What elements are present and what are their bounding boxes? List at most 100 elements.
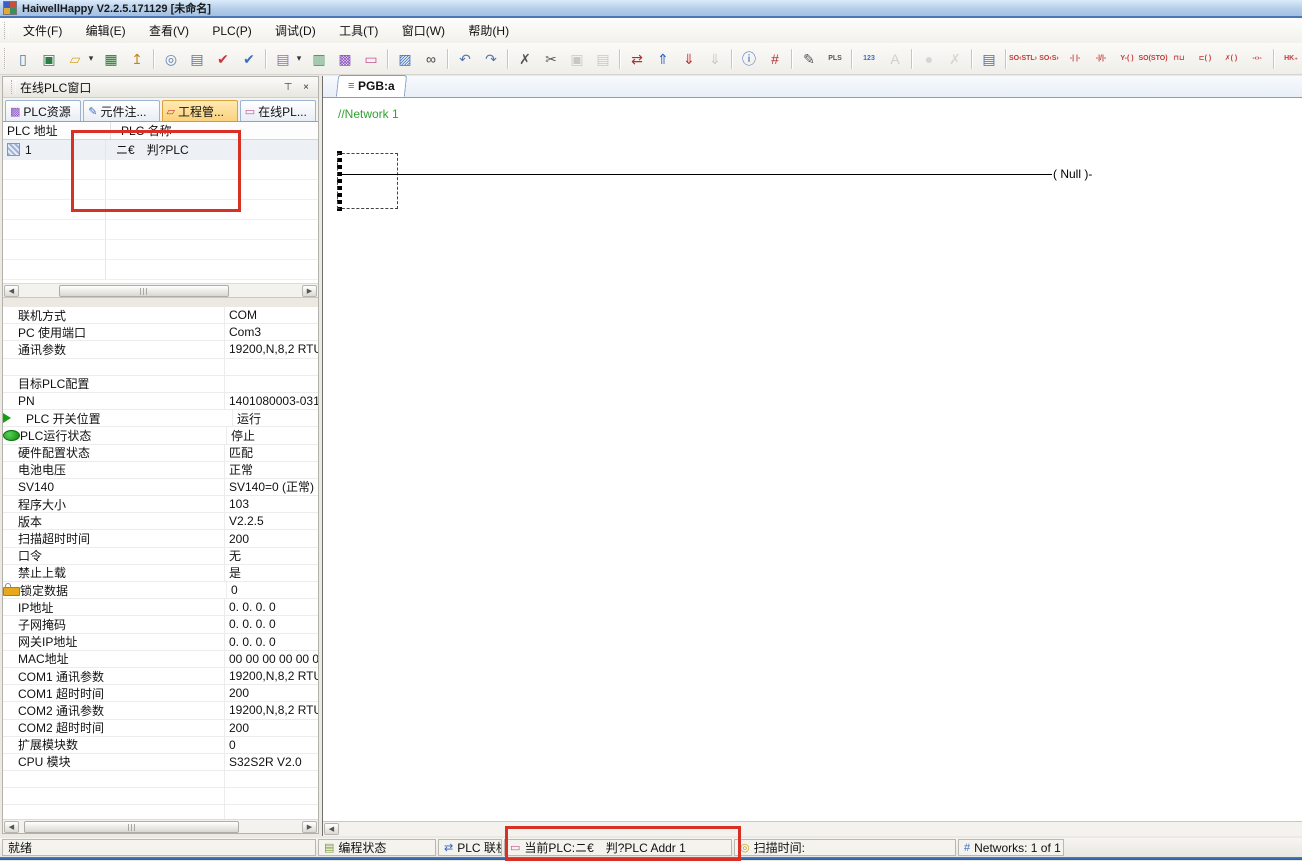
layers-dropdown-icon[interactable]: ▾ — [293, 47, 305, 71]
menu-view[interactable]: 查看(V) — [139, 21, 199, 41]
tab-element-comment[interactable]: ✎ 元件注... — [83, 100, 159, 121]
upload-icon[interactable]: ⇑ — [651, 47, 675, 71]
status-label: PLC 联机 — [457, 839, 502, 856]
property-row — [3, 805, 318, 819]
plc-table-hscrollbar[interactable]: ◀ ▶ — [3, 283, 318, 297]
program-check-icon[interactable]: ✔ — [211, 47, 235, 71]
new-project-icon[interactable]: ▣ — [37, 47, 61, 71]
selected-cell[interactable] — [337, 153, 398, 209]
menu-plc[interactable]: PLC(P) — [202, 21, 261, 41]
plc-connect-icon[interactable]: ⇄ — [625, 47, 649, 71]
network-config-icon[interactable]: # — [763, 47, 787, 71]
syntax-check-icon[interactable]: ✔ — [237, 47, 261, 71]
scroll-right-icon[interactable]: ▶ — [302, 285, 317, 297]
sto-instruction-icon[interactable]: SO(STO) — [1141, 47, 1165, 71]
download-all-icon[interactable]: ⇓ — [703, 47, 727, 71]
scroll-thumb[interactable] — [24, 821, 239, 833]
property-value: COM — [224, 307, 318, 323]
scroll-track[interactable] — [19, 285, 302, 297]
property-row: 硬件配置状态 匹配 — [3, 445, 318, 462]
copy-icon[interactable]: ▣ — [565, 47, 589, 71]
find-icon[interactable]: ∞ — [419, 47, 443, 71]
property-value: 停止 — [226, 427, 318, 443]
download-icon[interactable]: ⇓ — [677, 47, 701, 71]
menu-window[interactable]: 窗口(W) — [392, 21, 455, 41]
pls-icon[interactable]: PLS — [823, 47, 847, 71]
window-title: HaiwellHappy V2.2.5.171129 [未命名] — [22, 0, 211, 16]
plc-card-icon[interactable]: ▥ — [307, 47, 331, 71]
parallel-contact-icon[interactable]: ⊓⊔ — [1167, 47, 1191, 71]
options-edit-icon[interactable]: ▨ — [393, 47, 417, 71]
menu-debug[interactable]: 调试(D) — [265, 21, 326, 41]
clear-icon[interactable]: ✗ — [943, 47, 967, 71]
property-label: 子网掩码 — [18, 616, 224, 633]
delete-icon[interactable]: ✗ — [513, 47, 537, 71]
title-bar: HaiwellHappy V2.2.5.171129 [未命名] — [0, 0, 1302, 18]
element-table-icon[interactable]: 123 — [857, 47, 881, 71]
plc-row-1[interactable]: 1 ニ€ 判?PLC — [3, 140, 318, 160]
menu-file[interactable]: 文件(F) — [13, 21, 72, 41]
status-plc-online: ⇄ PLC 联机 — [438, 839, 502, 856]
plc-info-icon[interactable]: ⓘ — [737, 47, 761, 71]
property-row: IP地址 0. 0. 0. 0 — [3, 599, 318, 616]
null-coil[interactable]: ( Null )- — [1053, 167, 1092, 181]
contact-nc-icon[interactable]: -|/|- — [1089, 47, 1113, 71]
contact-no-icon[interactable]: -| |- — [1063, 47, 1087, 71]
scroll-left-icon[interactable]: ◀ — [4, 285, 19, 297]
export-icon[interactable]: ↥ — [125, 47, 149, 71]
probe-icon[interactable]: ✎ — [797, 47, 821, 71]
property-label: 程序大小 — [18, 496, 224, 513]
pin-icon[interactable]: ⊤ — [280, 79, 296, 95]
menu-help[interactable]: 帮助(H) — [458, 21, 519, 41]
redo-icon[interactable]: ↷ — [479, 47, 503, 71]
database-icon[interactable]: ▤ — [977, 47, 1001, 71]
lock-icon[interactable]: ● — [917, 47, 941, 71]
scroll-right-icon[interactable]: ▶ — [302, 821, 317, 833]
open-icon[interactable]: ▱ — [63, 47, 87, 71]
tab-project-manager[interactable]: ▱ 工程管... — [162, 100, 238, 121]
plc-address-cell: 1 — [3, 140, 106, 159]
new-file-icon[interactable]: ▯ — [11, 47, 35, 71]
property-row — [3, 788, 318, 805]
print-preview-icon[interactable]: ◎ — [159, 47, 183, 71]
undo-icon[interactable]: ↶ — [453, 47, 477, 71]
scroll-left-icon[interactable]: ◀ — [324, 823, 339, 835]
property-label: SV140 — [18, 480, 224, 494]
menu-tools[interactable]: 工具(T) — [329, 21, 388, 41]
tab-online-plc[interactable]: ▭ 在线PL... — [240, 100, 316, 121]
font-icon[interactable]: A — [883, 47, 907, 71]
print-icon[interactable]: ▤ — [185, 47, 209, 71]
scroll-track[interactable] — [339, 823, 1301, 835]
property-label: COM1 超时时间 — [18, 685, 224, 702]
menu-edit[interactable]: 编辑(E) — [76, 21, 136, 41]
open-dropdown-icon[interactable]: ▾ — [85, 47, 97, 71]
hk-add-icon[interactable]: HK₊ — [1279, 47, 1302, 71]
coil-out-icon[interactable]: Y-( ) — [1115, 47, 1139, 71]
online-monitor-icon[interactable]: ▭ — [359, 47, 383, 71]
toolbar-separator — [153, 49, 155, 69]
chip-icon[interactable]: ▩ — [333, 47, 357, 71]
tab-pgb-a[interactable]: ≡ PGB:a — [336, 75, 407, 97]
ladder-canvas[interactable]: //Network 1 ( Null )- — [323, 98, 1302, 821]
window-layers-icon[interactable]: ▤ — [271, 47, 295, 71]
tab-plc-resources[interactable]: ▩ PLC资源 — [5, 100, 81, 121]
save-icon[interactable]: ▦ — [99, 47, 123, 71]
plc-checkbox-icon[interactable] — [7, 143, 20, 156]
property-row: 禁止上载 是 — [3, 565, 318, 582]
property-row: COM1 超时时间 200 — [3, 685, 318, 702]
compare-block-icon[interactable]: -‹›- — [1245, 47, 1269, 71]
branch-coil-icon[interactable]: ⊏( ) — [1193, 47, 1217, 71]
cut-icon[interactable]: ✂ — [539, 47, 563, 71]
close-icon[interactable]: × — [298, 79, 314, 95]
s-instruction-icon[interactable]: SO‹S› — [1037, 47, 1061, 71]
properties-hscrollbar[interactable]: ◀ ▶ — [3, 819, 318, 833]
paste-icon[interactable]: ▤ — [591, 47, 615, 71]
delete-branch-icon[interactable]: ✗( ) — [1219, 47, 1243, 71]
toolbar-separator — [1005, 49, 1007, 69]
scroll-track[interactable] — [19, 821, 302, 833]
stl-instruction-icon[interactable]: SO‹STL› — [1011, 47, 1035, 71]
status-icon: ◎ — [740, 841, 750, 854]
scroll-thumb[interactable] — [59, 285, 229, 297]
editor-hscrollbar[interactable]: ◀ — [323, 821, 1302, 836]
scroll-left-icon[interactable]: ◀ — [4, 821, 19, 833]
